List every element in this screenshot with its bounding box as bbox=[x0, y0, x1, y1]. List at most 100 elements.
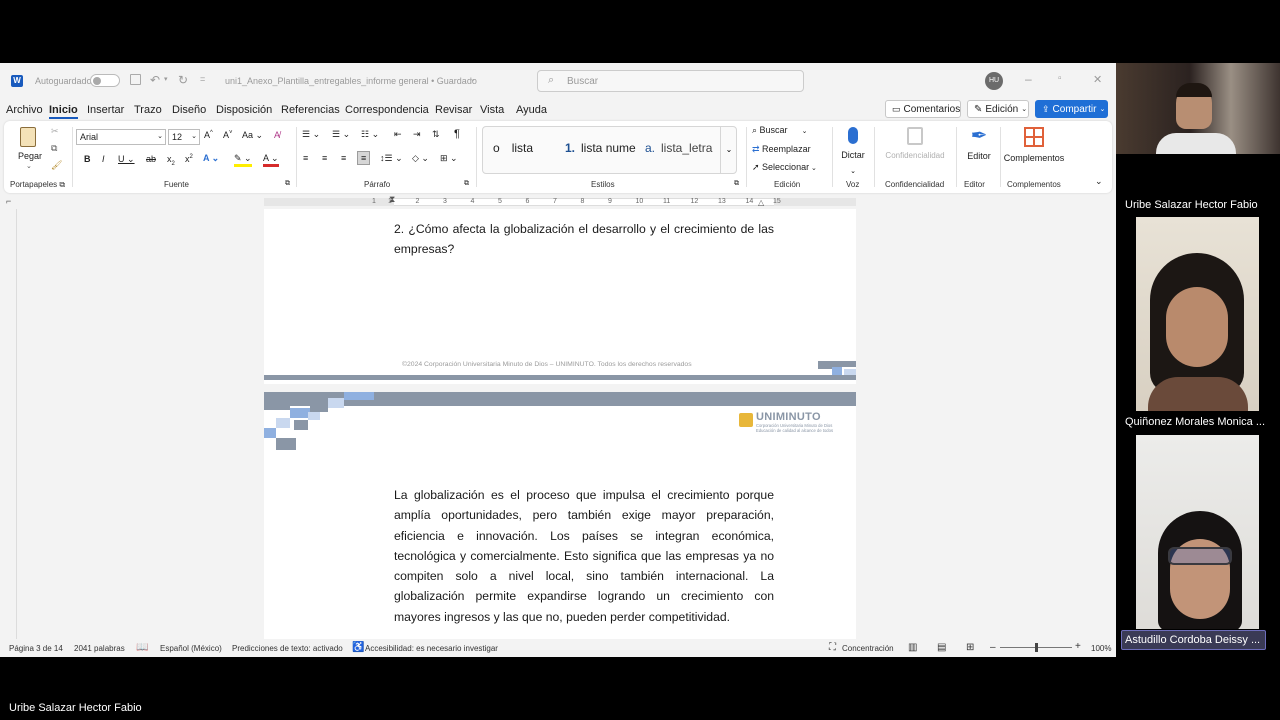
grow-font-icon[interactable]: A^ bbox=[204, 130, 213, 140]
style-lista-nume[interactable]: 1. lista nume bbox=[565, 141, 636, 155]
copy-icon[interactable]: ⧉ bbox=[51, 143, 57, 154]
tab-ayuda[interactable]: Ayuda bbox=[516, 104, 547, 116]
tab-trazo[interactable]: Trazo bbox=[134, 104, 162, 116]
superscript-icon[interactable]: x2 bbox=[185, 154, 193, 164]
select-button[interactable]: ➚ Seleccionar ⌄ bbox=[752, 162, 817, 173]
tab-diseno[interactable]: Diseño bbox=[172, 104, 206, 116]
zoom-slider[interactable] bbox=[1000, 643, 1072, 652]
close-icon[interactable]: ✕ bbox=[1093, 73, 1102, 86]
align-center-icon[interactable]: ≡ bbox=[322, 153, 327, 163]
question-text[interactable]: 2. ¿Cómo afecta la globalización el desa… bbox=[394, 219, 774, 260]
shrink-font-icon[interactable]: A˅ bbox=[223, 130, 233, 140]
tab-vista[interactable]: Vista bbox=[480, 104, 504, 116]
editing-mode-button[interactable]: ✎ Edición ⌄ bbox=[967, 100, 1029, 118]
numbering-icon[interactable]: ☰ ⌄ bbox=[332, 129, 350, 140]
dictate-button[interactable]: Dictar ⌄ bbox=[838, 125, 868, 175]
cut-icon[interactable]: ✂ bbox=[51, 126, 59, 137]
highlight-icon[interactable]: ✎ ⌄ bbox=[234, 153, 252, 167]
style-lista[interactable]: o lista bbox=[493, 141, 533, 155]
align-left-icon[interactable]: ≡ bbox=[303, 153, 308, 163]
decrease-indent-icon[interactable]: ⇤ bbox=[394, 129, 402, 140]
print-layout-icon[interactable]: ▤ bbox=[937, 642, 946, 653]
multilevel-list-icon[interactable]: ☷ ⌄ bbox=[361, 129, 379, 140]
strikethrough-icon[interactable]: ab bbox=[146, 154, 156, 164]
align-right-icon[interactable]: ≡ bbox=[341, 153, 346, 163]
save-icon[interactable] bbox=[130, 74, 141, 85]
addins-button[interactable]: Complementos bbox=[1002, 125, 1066, 173]
participant-video-3[interactable] bbox=[1136, 435, 1259, 629]
proofing-icon[interactable]: 📖 bbox=[136, 642, 148, 653]
focus-icon[interactable]: ⛶ bbox=[829, 642, 836, 653]
customize-toolbar-icon[interactable]: = bbox=[200, 74, 205, 84]
tab-revisar[interactable]: Revisar bbox=[435, 104, 472, 116]
style-lista-letra[interactable]: a. lista_letra bbox=[645, 141, 712, 155]
text-predictions[interactable]: Predicciones de texto: activado bbox=[232, 644, 343, 653]
tab-correspondencia[interactable]: Correspondencia bbox=[345, 104, 429, 116]
page-count[interactable]: Página 3 de 14 bbox=[9, 644, 63, 653]
tab-disposicion[interactable]: Disposición bbox=[216, 104, 272, 116]
text-effects-icon[interactable]: A ⌄ bbox=[203, 153, 219, 164]
underline-icon[interactable]: U ⌄ bbox=[118, 154, 135, 165]
shading-icon[interactable]: ◇ ⌄ bbox=[412, 153, 429, 164]
italic-icon[interactable]: I bbox=[102, 154, 105, 164]
subscript-icon[interactable]: x2 bbox=[167, 154, 175, 167]
increase-indent-icon[interactable]: ⇥ bbox=[413, 129, 421, 140]
undo-dropdown-icon[interactable]: ▾ bbox=[164, 75, 168, 83]
bold-icon[interactable]: B bbox=[84, 154, 91, 164]
tab-referencias[interactable]: Referencias bbox=[281, 104, 340, 116]
format-painter-icon[interactable]: 🖌 bbox=[51, 160, 62, 171]
accessibility-icon[interactable]: ♿ bbox=[352, 642, 364, 653]
zoom-in-icon[interactable]: + bbox=[1075, 641, 1081, 652]
bullets-icon[interactable]: ☰ ⌄ bbox=[302, 129, 320, 140]
tab-archivo[interactable]: Archivo bbox=[6, 104, 43, 116]
indent-marker-icon[interactable]: ⧗ bbox=[389, 194, 395, 205]
change-case-icon[interactable]: Aa ⌄ bbox=[242, 130, 263, 141]
editor-button[interactable]: ✒ Editor bbox=[960, 125, 998, 173]
clear-formatting-icon[interactable]: A̸ bbox=[274, 130, 280, 140]
comments-button[interactable]: ▭ Comentarios bbox=[885, 100, 961, 118]
zoom-slider-thumb[interactable] bbox=[1035, 643, 1038, 652]
dialog-launcher-icon[interactable]: ⧉ bbox=[464, 180, 469, 188]
undo-icon[interactable]: ↶ bbox=[150, 73, 160, 87]
justify-icon[interactable]: ≡ bbox=[357, 151, 371, 165]
collapse-ribbon-icon[interactable]: ⌄ bbox=[1095, 176, 1103, 187]
font-name-select[interactable]: Arial ⌄ bbox=[76, 129, 166, 145]
avatar[interactable]: HU bbox=[985, 72, 1003, 90]
font-color-icon[interactable]: A ⌄ bbox=[263, 153, 279, 167]
read-mode-icon[interactable]: ▥ bbox=[908, 642, 917, 653]
line-spacing-icon[interactable]: ↕☰ ⌄ bbox=[380, 153, 403, 164]
answer-paragraph[interactable]: La globalización es el proceso que impul… bbox=[394, 485, 774, 627]
borders-icon[interactable]: ⊞ ⌄ bbox=[440, 153, 458, 164]
autosave-toggle[interactable] bbox=[90, 74, 120, 87]
word-count[interactable]: 2041 palabras bbox=[74, 644, 125, 653]
right-indent-marker-icon[interactable]: △ bbox=[758, 198, 764, 207]
sensitivity-button[interactable]: Confidencialidad bbox=[880, 125, 950, 173]
web-layout-icon[interactable]: ⊞ bbox=[966, 642, 974, 653]
zoom-out-icon[interactable]: – bbox=[990, 642, 996, 653]
zoom-level[interactable]: 100% bbox=[1091, 644, 1111, 653]
restore-icon[interactable]: ▫ bbox=[1058, 73, 1062, 84]
tab-insertar[interactable]: Insertar bbox=[87, 104, 124, 116]
font-size-select[interactable]: 12 ⌄ bbox=[168, 129, 200, 145]
styles-more-button[interactable]: ⌄ bbox=[720, 127, 737, 173]
minimize-icon[interactable]: – bbox=[1025, 72, 1032, 86]
search-box[interactable]: ⌕ Buscar bbox=[537, 70, 804, 92]
tab-inicio[interactable]: Inicio bbox=[49, 104, 78, 119]
accessibility-status[interactable]: Accesibilidad: es necesario investigar bbox=[365, 644, 498, 653]
dialog-launcher-icon[interactable]: ⧉ bbox=[734, 180, 739, 188]
show-formatting-icon[interactable]: ¶ bbox=[454, 128, 460, 140]
dialog-launcher-icon[interactable]: ⧉ bbox=[59, 180, 65, 189]
language[interactable]: Español (México) bbox=[160, 644, 222, 653]
document-title[interactable]: uni1_Anexo_Plantilla_entregables_informe… bbox=[225, 76, 477, 86]
footer-gray-band bbox=[264, 375, 856, 380]
sort-icon[interactable]: ⇅ bbox=[432, 129, 440, 140]
find-button[interactable]: ⌕ Buscar ⌄ bbox=[752, 125, 807, 136]
redo-icon[interactable]: ↻ bbox=[178, 73, 188, 87]
replace-button[interactable]: ⇄ Reemplazar bbox=[752, 144, 811, 155]
dialog-launcher-icon[interactable]: ⧉ bbox=[285, 180, 290, 188]
paste-button[interactable]: Pegar ⌄ bbox=[16, 125, 42, 170]
share-button[interactable]: ⇪ Compartir ⌄ bbox=[1035, 100, 1108, 118]
title-dropdown-icon[interactable]: ⌄ bbox=[470, 75, 476, 83]
focus-mode[interactable]: Concentración bbox=[842, 644, 894, 653]
tab-selector-icon[interactable]: ⌐ bbox=[6, 196, 11, 206]
